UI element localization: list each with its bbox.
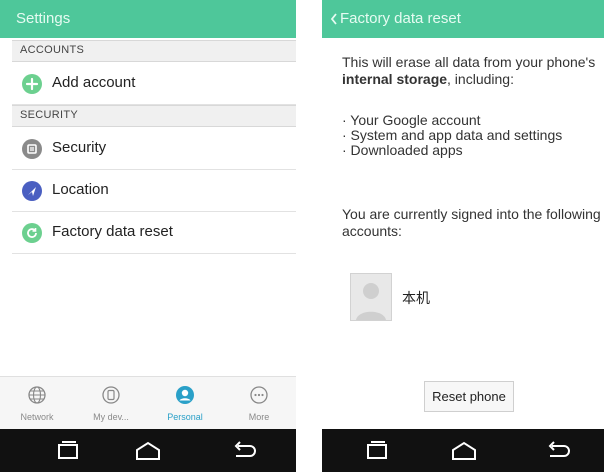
recent-apps-button[interactable] [362,439,392,463]
settings-screen: Settings ACCOUNTS Add account SECURITY S… [0,0,296,472]
chevron-left-icon[interactable] [328,11,340,27]
tab-label: More [248,412,270,422]
recent-apps-button[interactable] [53,439,83,463]
tab-more[interactable]: More [222,377,296,430]
list-item-factory-data-reset[interactable]: Factory data reset [12,211,296,254]
signed-in-accounts-text: You are currently signed into the follow… [342,206,601,239]
avatar [350,273,392,321]
section-header-accounts: ACCOUNTS [12,40,296,62]
list-item-add-account[interactable]: Add account [12,62,296,105]
list-item-label: Add account [52,74,136,91]
back-button[interactable] [230,439,260,463]
erase-warning-text: This will erase all data from your phone… [342,54,604,88]
list-item-security[interactable]: Security [12,127,296,170]
list-item-label: Security [52,139,107,156]
globe-icon [27,385,47,405]
intro-text: This will erase all data from your phone… [342,54,596,70]
settings-app-bar: Settings [0,0,296,38]
settings-title: Settings [16,10,71,27]
system-nav-bar [322,429,604,472]
location-icon [22,181,42,201]
tab-network[interactable]: Network [0,377,74,430]
person-icon [175,385,195,405]
security-icon [22,139,42,159]
list-item: · Your Google account [342,112,481,128]
home-button[interactable] [133,439,163,463]
list-item-label: Location [52,181,109,198]
bottom-tab-bar: Network My dev... Personal More [0,376,296,430]
reset-icon [22,223,42,243]
section-header-security: SECURITY [12,105,296,127]
back-button[interactable] [544,439,574,463]
system-nav-bar [0,429,296,472]
list-item-location[interactable]: Location [12,169,296,212]
factory-reset-app-bar: Factory data reset [322,0,604,38]
factory-reset-screen: Factory data reset This will erase all d… [322,0,604,472]
tab-my-device[interactable]: My dev... [74,377,148,430]
reset-phone-button[interactable]: Reset phone [424,381,514,412]
add-icon [22,74,42,94]
tab-personal[interactable]: Personal [148,377,222,430]
tab-label: Network [20,412,54,422]
list-item: · Downloaded apps [342,142,463,158]
more-icon [249,385,269,405]
account-name: 本机 [402,291,430,307]
tab-label: My dev... [93,412,129,422]
list-item: · System and app data and settings [342,127,563,143]
intro-bold-text: internal storage [342,71,448,87]
section-header-label: SECURITY [20,109,79,121]
tab-label: Personal [167,412,203,422]
device-icon [101,385,121,405]
factory-reset-title: Factory data reset [340,10,461,27]
intro-trailing-text: , including: [447,71,514,87]
home-button[interactable] [449,439,479,463]
erased-items-list: · Your Google account · System and app d… [342,113,604,158]
section-header-label: ACCOUNTS [20,44,85,56]
list-item-label: Factory data reset [52,223,173,240]
